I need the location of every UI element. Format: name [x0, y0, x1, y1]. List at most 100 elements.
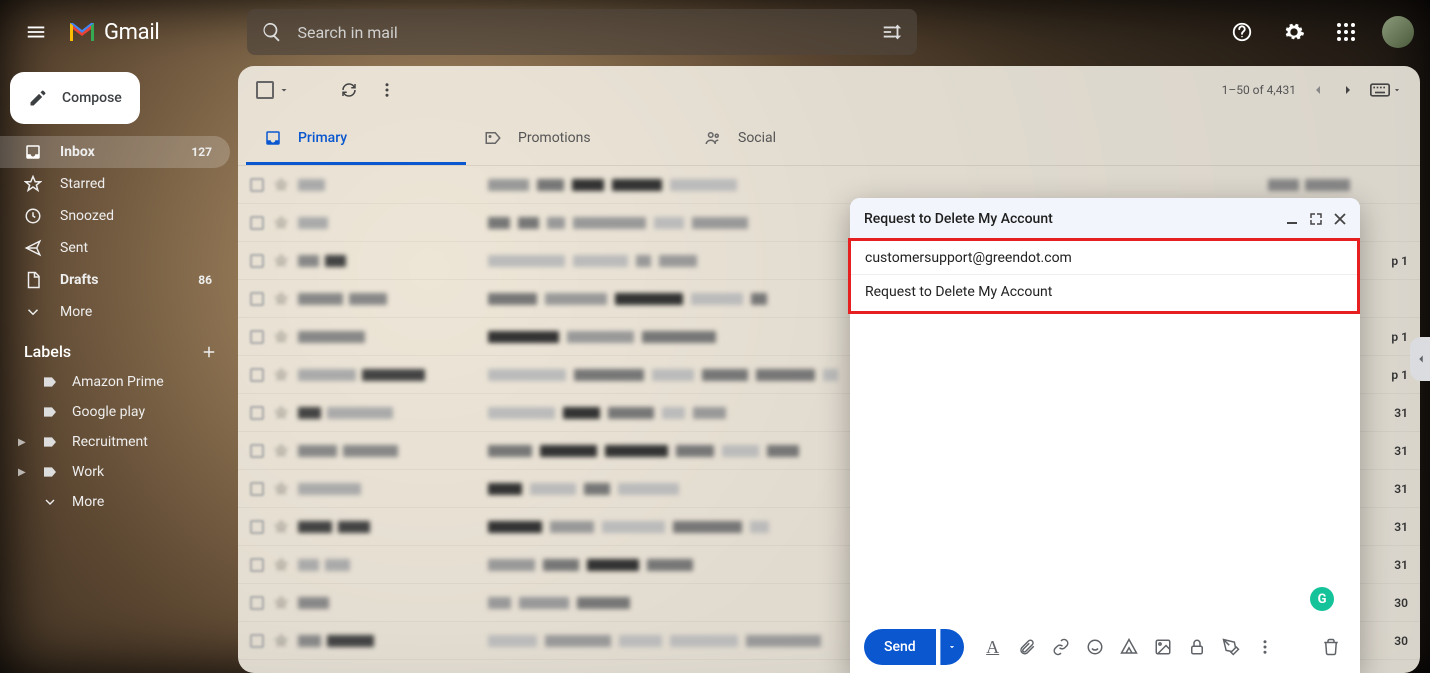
image-icon	[1154, 638, 1172, 656]
link-button[interactable]	[1046, 632, 1076, 662]
label-icon	[42, 404, 58, 420]
label-amazon-prime[interactable]: Amazon Prime	[0, 367, 238, 397]
minimize-icon[interactable]	[1286, 213, 1298, 225]
sidebar-item-more[interactable]: More	[0, 296, 230, 328]
tab-social[interactable]: Social	[686, 114, 906, 165]
sidebar-item-label: Sent	[60, 240, 88, 256]
sidebar-item-snoozed[interactable]: Snoozed	[0, 200, 230, 232]
next-page-icon[interactable]	[1340, 82, 1356, 98]
more-icon[interactable]	[378, 81, 396, 99]
pager-text: 1–50 of 4,431	[1222, 83, 1296, 97]
signature-button[interactable]	[1216, 632, 1246, 662]
add-label-icon[interactable]	[200, 343, 218, 361]
main-panel: 1–50 of 4,431 Primary Promotions	[238, 66, 1420, 673]
label-text: Google play	[72, 404, 145, 420]
highlighted-fields: customersupport@greendot.com Request to …	[848, 238, 1360, 314]
grammarly-badge[interactable]: G	[1310, 587, 1334, 611]
label-icon	[42, 464, 58, 480]
compose-label: Compose	[62, 90, 122, 106]
pen-icon	[1222, 638, 1240, 656]
labels-header: Labels	[0, 328, 238, 367]
fullscreen-icon[interactable]	[1310, 213, 1322, 225]
gmail-logo-icon	[68, 21, 96, 43]
compose-to-value: customersupport@greendot.com	[865, 250, 1072, 266]
input-tools-icon[interactable]	[1370, 83, 1390, 97]
primary-tab-icon	[264, 129, 282, 147]
main-menu-button[interactable]	[16, 12, 56, 52]
label-icon	[42, 434, 58, 450]
label-more[interactable]: More	[0, 487, 238, 517]
format-button[interactable]: A	[978, 632, 1008, 662]
refresh-icon[interactable]	[340, 81, 358, 99]
search-bar[interactable]	[247, 9, 917, 55]
send-more-button[interactable]	[940, 629, 964, 665]
attach-button[interactable]	[1012, 632, 1042, 662]
apps-button[interactable]	[1326, 12, 1366, 52]
sidebar-item-label: Inbox	[60, 144, 95, 160]
tab-label: Social	[738, 130, 776, 146]
send-button[interactable]: Send	[864, 629, 936, 665]
send-label: Send	[884, 639, 916, 655]
sidebar-item-label: Starred	[60, 176, 105, 192]
clock-icon	[24, 207, 42, 225]
side-panel-toggle[interactable]	[1410, 337, 1430, 381]
compose-toolbar: Send A	[850, 621, 1360, 673]
sent-icon	[24, 239, 42, 257]
select-dropdown-icon[interactable]	[278, 84, 290, 96]
apps-icon	[1336, 22, 1356, 42]
sidebar-item-inbox[interactable]: Inbox 127	[0, 136, 230, 168]
close-icon[interactable]	[1334, 213, 1346, 225]
chevron-down-icon	[947, 642, 957, 652]
label-work[interactable]: ▶ Work	[0, 457, 238, 487]
image-button[interactable]	[1148, 632, 1178, 662]
link-icon	[1052, 638, 1070, 656]
label-text: Recruitment	[72, 434, 148, 450]
sidebar-item-drafts[interactable]: Drafts 86	[0, 264, 230, 296]
tab-label: Promotions	[518, 130, 591, 146]
labels-header-text: Labels	[24, 342, 71, 361]
menu-icon	[25, 21, 47, 43]
tab-label: Primary	[298, 130, 347, 146]
star-icon	[24, 175, 42, 193]
drafts-icon	[24, 271, 42, 289]
drive-button[interactable]	[1114, 632, 1144, 662]
prev-page-icon[interactable]	[1310, 82, 1326, 98]
compose-button[interactable]: Compose	[10, 72, 140, 124]
label-text: Work	[72, 464, 104, 480]
compose-window: Request to Delete My Account customersup…	[850, 198, 1360, 673]
more-options-button[interactable]	[1250, 632, 1280, 662]
gmail-logo[interactable]: Gmail	[68, 20, 159, 45]
tab-promotions[interactable]: Promotions	[466, 114, 686, 165]
label-recruitment[interactable]: ▶ Recruitment	[0, 427, 238, 457]
inbox-count: 127	[191, 145, 212, 159]
select-all-checkbox[interactable]	[256, 81, 274, 99]
settings-button[interactable]	[1274, 12, 1314, 52]
compose-window-header[interactable]: Request to Delete My Account	[850, 198, 1360, 240]
confidential-button[interactable]	[1182, 632, 1212, 662]
category-tabs: Primary Promotions Social	[238, 114, 1420, 166]
help-button[interactable]	[1222, 12, 1262, 52]
app-name: Gmail	[104, 20, 159, 45]
label-text: More	[72, 494, 104, 510]
compose-subject-field[interactable]: Request to Delete My Account	[851, 275, 1357, 309]
format-icon: A	[986, 637, 999, 658]
pencil-icon	[28, 88, 48, 108]
label-text: Amazon Prime	[72, 374, 164, 390]
compose-body[interactable]	[850, 314, 1360, 621]
search-options-icon[interactable]	[881, 21, 903, 43]
discard-button[interactable]	[1316, 632, 1346, 662]
compose-title: Request to Delete My Account	[864, 211, 1053, 227]
gear-icon	[1283, 21, 1305, 43]
drafts-count: 86	[198, 273, 212, 287]
chevron-down-icon	[42, 494, 58, 510]
account-avatar[interactable]	[1382, 16, 1414, 48]
compose-to-field[interactable]: customersupport@greendot.com	[851, 241, 1357, 275]
sidebar-item-starred[interactable]: Starred	[0, 168, 230, 200]
tab-primary[interactable]: Primary	[246, 114, 466, 165]
label-google-play[interactable]: Google play	[0, 397, 238, 427]
search-input[interactable]	[297, 23, 867, 42]
emoji-button[interactable]	[1080, 632, 1110, 662]
chevron-down-icon[interactable]	[1392, 85, 1402, 95]
sidebar-item-label: More	[60, 304, 92, 320]
sidebar-item-sent[interactable]: Sent	[0, 232, 230, 264]
